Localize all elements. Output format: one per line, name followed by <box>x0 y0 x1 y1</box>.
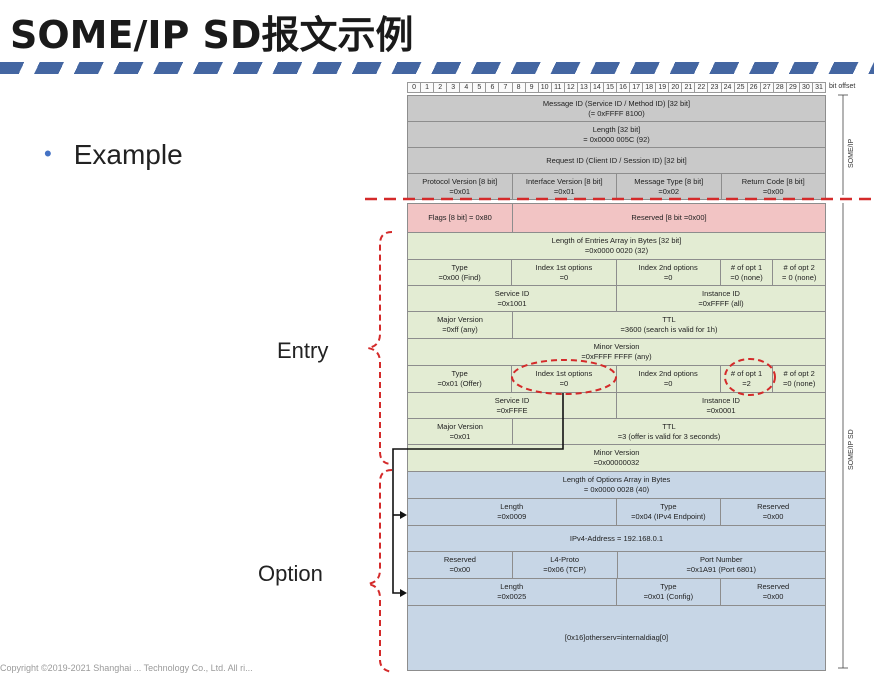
copyright-footer: Copyright ©2019-2021 Shanghai ... Techno… <box>0 663 253 673</box>
index-1st-highlight <box>511 359 617 395</box>
option2-arrow-icon <box>400 589 407 597</box>
annotation-overlay <box>365 94 874 673</box>
num-opt1-highlight <box>724 358 776 396</box>
option-brace <box>367 469 393 673</box>
entry-brace <box>367 231 393 465</box>
option1-arrow-icon <box>400 511 407 519</box>
option-pointer-line <box>392 393 564 594</box>
